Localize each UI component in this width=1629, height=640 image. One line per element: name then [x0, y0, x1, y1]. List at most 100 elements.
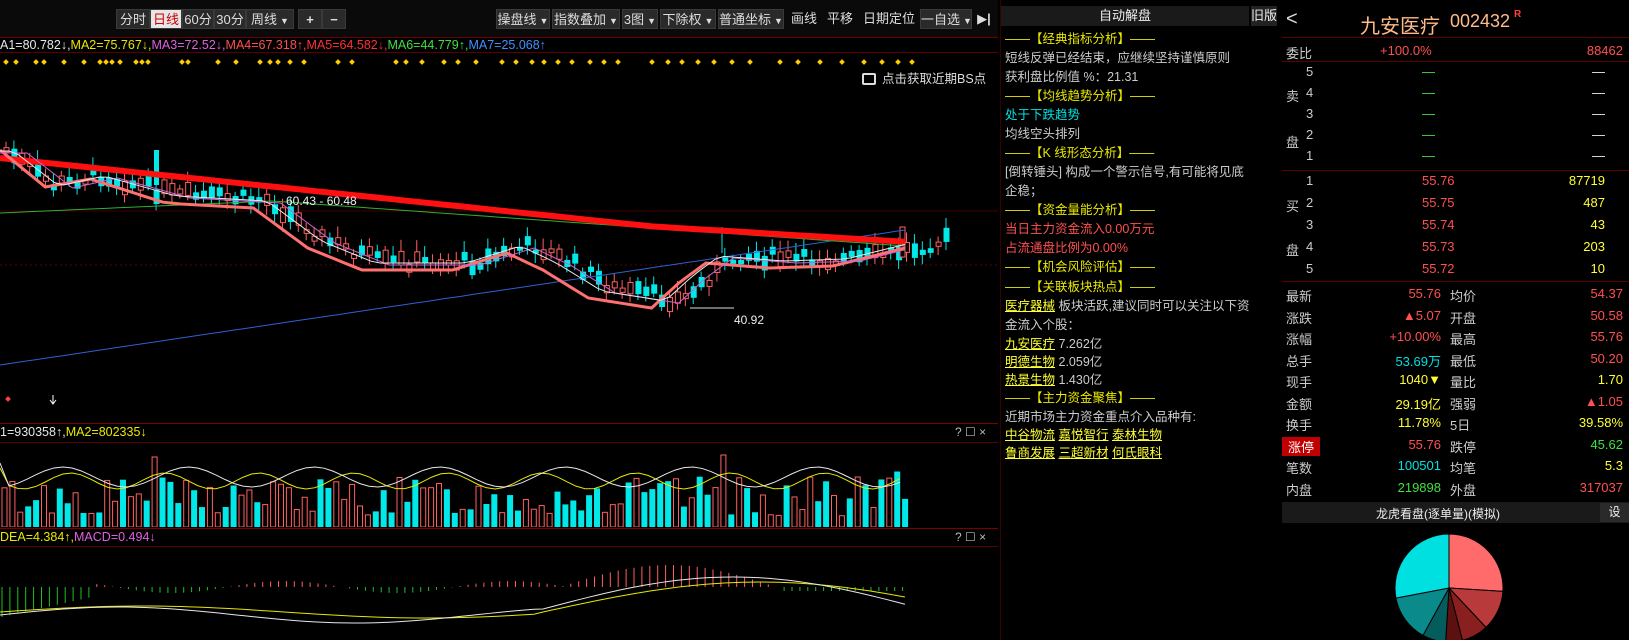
fund-stock-link[interactable]: 泰林生物 — [1112, 428, 1162, 442]
period-button-60min[interactable]: 60分 — [182, 9, 214, 29]
stock-name: 九安医疗 — [1360, 16, 1440, 38]
fund-stock-link[interactable]: 何氏眼科 — [1112, 446, 1162, 460]
stat-value: 5.3 — [1604, 458, 1623, 473]
legend-item: MA2=802335↓ — [65, 425, 147, 439]
volume-bar — [665, 481, 672, 527]
dea-line — [0, 581, 906, 619]
stock-link[interactable]: 热景生物 — [1005, 373, 1055, 387]
divider — [1282, 281, 1629, 282]
pan-button[interactable]: 平移 — [824, 9, 856, 29]
level-price[interactable]: 55.74 — [1422, 217, 1455, 232]
analysis-line: ——【经典指标分析】—— — [1005, 32, 1156, 46]
level-price[interactable]: — — [1422, 64, 1435, 79]
menu-axis-scale[interactable]: 普通坐标 ▼ — [718, 9, 784, 29]
bs-hint[interactable]: 点击获取近期BS点 — [862, 68, 986, 87]
candle-body — [461, 251, 468, 261]
back-icon[interactable]: < — [1286, 8, 1298, 31]
volume-bar — [64, 503, 71, 527]
volume-chart[interactable] — [0, 443, 998, 527]
candlestick-chart[interactable] — [0, 53, 998, 423]
date-locate-button[interactable]: 日期定位 — [860, 9, 918, 29]
fund-stock-link[interactable]: 中谷物流 — [1005, 428, 1055, 442]
period-button-30min[interactable]: 30分 — [214, 9, 246, 29]
candle-body — [216, 187, 223, 197]
volume-bar — [554, 491, 561, 527]
menu-index-overlay[interactable]: 指数叠加 ▼ — [552, 9, 620, 29]
volume-bar — [862, 485, 869, 527]
volume-bar — [357, 505, 363, 527]
candle-body — [627, 281, 634, 295]
candle-body — [572, 253, 579, 264]
volume-bar — [33, 500, 40, 527]
analysis-title: 自动解盘 — [1001, 6, 1249, 26]
fund-focus-text: 近期市场主力资金重点介入品种有: — [1005, 410, 1196, 424]
volume-bar — [17, 511, 24, 527]
fund-stock-link[interactable]: 鲁商发展 — [1005, 446, 1055, 460]
level-price[interactable]: — — [1422, 85, 1435, 100]
legend-item: MA2=75.767↓, — [70, 38, 152, 52]
signal-marker — [403, 59, 409, 65]
expand-icon[interactable]: ▶| — [974, 9, 994, 29]
candles — [3, 140, 950, 318]
macd-pane-controls[interactable]: ? ☐ × — [955, 530, 986, 544]
level-price[interactable]: — — [1422, 127, 1435, 142]
menu-trading-line[interactable]: 操盘线 ▼ — [496, 9, 550, 29]
stat-value: ▲5.07 — [1402, 307, 1441, 323]
menu-ex-rights[interactable]: 下除权 ▼ — [660, 9, 716, 29]
period-dropdown-weekly[interactable]: 周线 ▼ — [246, 9, 294, 29]
level-price[interactable]: — — [1422, 106, 1435, 121]
fund-stock-link[interactable]: 嘉悦智行 — [1059, 428, 1109, 442]
old-version-button[interactable]: 旧版 — [1251, 6, 1277, 26]
level-price[interactable]: 55.72 — [1422, 261, 1455, 276]
volume-bar — [507, 495, 514, 527]
sector-text: 板块活跃,建议同时可以关注以下资 — [1058, 299, 1250, 313]
zoom-out-button[interactable]: − — [322, 9, 346, 29]
volume-bar — [459, 508, 466, 527]
candle-body — [651, 284, 658, 294]
signal-marker — [145, 59, 151, 65]
volume-pane-controls[interactable]: ? ☐ × — [955, 425, 986, 439]
menu-label: 操盘线 — [497, 12, 537, 27]
stock-link[interactable]: 九安医疗 — [1005, 337, 1055, 351]
draw-line-button[interactable]: 画线 — [788, 9, 820, 29]
menu-three-charts[interactable]: 3图 ▼ — [622, 9, 658, 29]
level-price[interactable]: 55.75 — [1422, 195, 1455, 210]
analysis-line: 短线反弹已经结束，应继续坚持谨慎原则 — [1005, 51, 1231, 65]
candle-body — [935, 241, 942, 247]
watchlist-dropdown[interactable]: 一自选 ▼ — [920, 9, 972, 29]
volume-bar — [285, 487, 292, 527]
settings-button[interactable]: 设 — [1600, 503, 1629, 522]
volume-bar — [25, 506, 32, 527]
level-price[interactable]: 55.73 — [1422, 239, 1455, 254]
signal-marker — [393, 59, 399, 65]
volume-bar — [744, 488, 751, 527]
signal-marker — [139, 59, 145, 65]
signal-marker — [215, 59, 221, 65]
stat-label: 外盘 — [1450, 482, 1477, 498]
fund-stock-link[interactable]: 三超新材 — [1059, 446, 1109, 460]
stock-link[interactable]: 明德生物 — [1005, 355, 1055, 369]
stat-label: 开盘 — [1450, 310, 1477, 326]
zoom-in-button[interactable]: + — [298, 9, 322, 29]
signal-marker — [5, 396, 11, 402]
period-button-daily[interactable]: 日线 — [150, 9, 182, 29]
legend-item: MACD=0.494↓ — [74, 530, 156, 544]
period-button-minute[interactable]: 分时 — [116, 9, 150, 29]
level-price[interactable]: — — [1422, 148, 1435, 163]
signal-marker — [3, 59, 9, 65]
signal-marker — [895, 59, 901, 65]
related-stock-row: 热景生物 1.430亿 — [1005, 371, 1102, 389]
volume-bar — [436, 483, 442, 527]
sector-link[interactable]: 医疗器械 — [1005, 299, 1055, 313]
signal-marker — [861, 59, 867, 65]
macd-chart[interactable] — [0, 547, 998, 640]
volume-bar — [759, 494, 766, 527]
volume-bar — [712, 487, 719, 527]
quote-panel: < 九安医疗 002432 R 委比 +100.0% 88462 卖 盘 5 — —… — [1282, 0, 1629, 640]
signal-marker — [455, 59, 461, 65]
signal-marker — [615, 59, 621, 65]
level-price[interactable]: 55.76 — [1422, 173, 1455, 188]
volume-bar — [680, 506, 687, 527]
signal-marker — [185, 59, 191, 65]
stat-label: 最低 — [1450, 353, 1477, 369]
